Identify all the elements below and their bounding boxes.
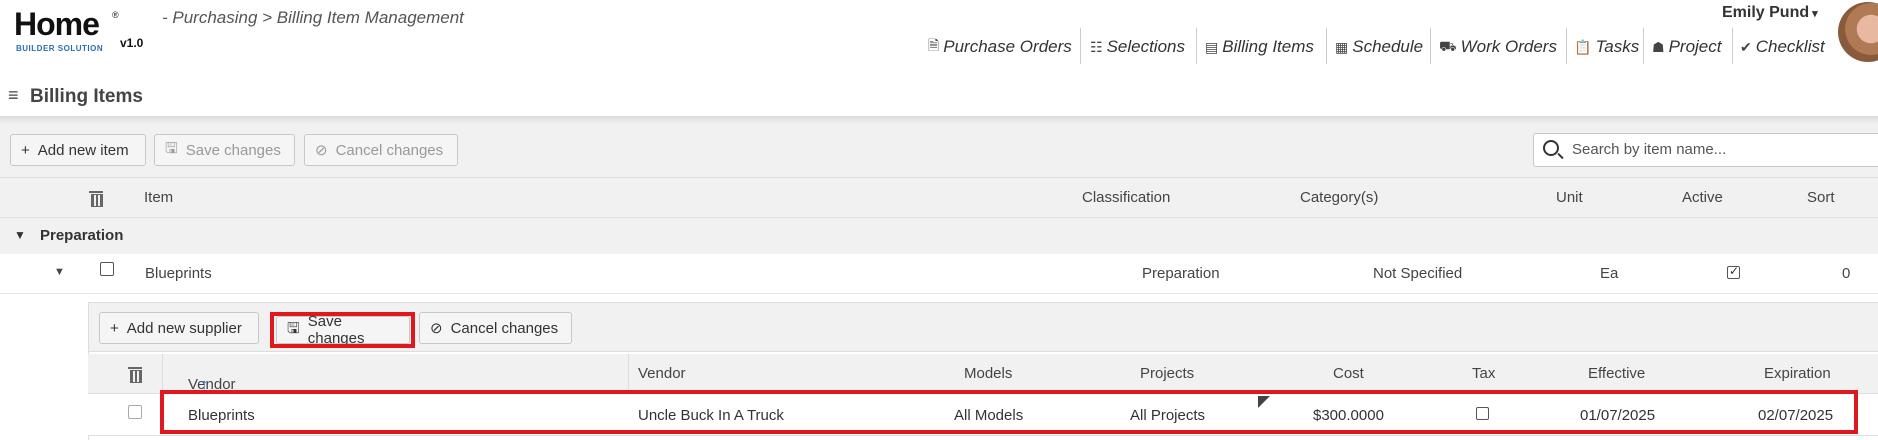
nav-divider [1430,28,1431,64]
nav-divider [1643,28,1644,64]
item-sort[interactable]: 0 [1842,265,1850,282]
column-header-effective[interactable]: Effective [1588,365,1645,382]
nav-billing-items[interactable]: ▤ Billing Items [1205,34,1314,60]
column-header-models[interactable]: Models [964,365,1012,382]
column-divider [162,354,163,394]
document-icon: 🗎 [928,37,940,53]
nav-divider [1732,28,1733,64]
calendar-icon: ▦ [1335,38,1349,55]
save-button-highlight [270,312,415,348]
button-label: Add new item [37,141,129,159]
nav-checklist[interactable]: ✔ Checklist [1740,34,1825,60]
nav-divider [1326,28,1327,64]
plus-icon: + [110,319,119,337]
checklist-icon: ☷ [1090,38,1103,55]
column-header-projects[interactable]: Projects [1140,365,1194,382]
floppy-disk-icon: 🖫 [165,139,178,157]
button-label: Cancel changes [335,141,444,159]
page-title: Billing Items [30,86,143,107]
nav-work-orders[interactable]: ⛟ Work Orders [1439,34,1557,60]
app-logo[interactable]: Home ® BUILDER SOLUTION v1.0 [14,6,143,56]
column-header-vendor-item[interactable]: Vendor Item ↑ [188,365,236,410]
cancel-changes-button[interactable]: ⊘ Cancel changes [304,134,458,166]
add-supplier-button[interactable]: + Add new supplier [99,312,259,344]
item-categories[interactable]: Not Specified [1373,265,1462,282]
supplier-row-checkbox[interactable] [128,405,142,419]
user-menu[interactable]: Emily Pund ▾ [1722,4,1818,22]
nav-label: Tasks [1595,37,1640,56]
top-bar: Home ® BUILDER SOLUTION v1.0 - Purchasin… [0,0,1878,70]
button-label: Save changes [185,141,281,159]
search-input[interactable] [1572,141,1872,158]
column-header-categories[interactable]: Category(s) [1300,189,1378,206]
save-changes-button[interactable]: 🖫 Save changes [154,134,295,166]
nav-label: Selections [1106,37,1185,56]
list-icon: ▤ [1205,38,1219,55]
button-label: Cancel changes [450,319,559,337]
logo-registered-mark: ® [112,10,119,20]
search-box[interactable] [1533,133,1878,167]
nav-purchase-orders[interactable]: 🗎 Purchase Orders [928,34,1072,60]
page-header: ≡ Billing Items [0,80,1878,116]
cancel-icon: ⊘ [430,320,443,337]
supplier-row-highlight [160,390,1858,434]
column-header-sort[interactable]: Sort [1807,189,1835,206]
search-icon [1543,140,1559,156]
add-item-button[interactable]: + Add new item [10,134,146,166]
table-header: Item Classification Category(s) Unit Act… [0,178,1878,218]
avatar[interactable] [1838,2,1878,62]
header-shadow [0,116,1878,124]
nav-divider [1196,28,1197,64]
item-unit[interactable]: Ea [1600,265,1618,282]
nav-label: Checklist [1755,37,1825,56]
column-header-active[interactable]: Active [1682,189,1723,206]
column-header-tax[interactable]: Tax [1472,365,1495,382]
nav-label: Purchase Orders [943,37,1072,56]
caret-down-icon[interactable]: ▼ [14,228,26,242]
menu-icon[interactable]: ≡ [8,85,19,106]
worker-icon: ☗ [1652,38,1665,55]
caret-down-icon[interactable]: ▼ [54,266,65,278]
trash-icon[interactable] [89,191,103,207]
column-header-unit[interactable]: Unit [1556,189,1583,206]
supplier-table-header: Vendor Item ↑ Vendor Models Projects Cos… [88,354,1878,410]
app-version: v1.0 [120,36,144,50]
nav-tasks[interactable]: 📋 Tasks [1574,34,1639,60]
nav-label: Billing Items [1222,37,1314,56]
logo-subtitle: BUILDER SOLUTION [16,44,104,53]
group-label: Preparation [40,227,124,244]
supplier-cancel-changes-button[interactable]: ⊘ Cancel changes [419,312,572,344]
column-header-expiration[interactable]: Expiration [1764,365,1831,382]
item-name[interactable]: Blueprints [145,265,212,282]
plus-icon: + [21,141,30,159]
chevron-down-icon: ▾ [1812,8,1818,20]
button-label: Add new supplier [126,319,242,337]
trash-icon[interactable] [128,367,142,383]
nav-label: Project [1668,37,1722,56]
column-header-classification[interactable]: Classification [1082,189,1170,206]
item-classification[interactable]: Preparation [1142,265,1220,282]
clipboard-icon: 📋 [1574,38,1592,55]
breadcrumb: - Purchasing > Billing Item Management [162,8,464,27]
column-divider [628,354,629,394]
cancel-icon: ⊘ [315,142,328,159]
group-row-preparation[interactable]: ▼ Preparation [0,218,1878,254]
nav-selections[interactable]: ☷ Selections [1090,34,1185,60]
nav-divider [1080,28,1081,64]
nav-label: Work Orders [1460,37,1557,56]
active-checkbox[interactable] [1727,264,1740,279]
check-icon: ✔ [1740,38,1752,55]
column-header-cost[interactable]: Cost [1333,365,1364,382]
nav-project[interactable]: ☗ Project [1652,34,1721,60]
nav-label: Schedule [1352,37,1424,56]
user-name: Emily Pund [1722,4,1810,21]
column-header-item[interactable]: Item [144,189,173,206]
row-checkbox[interactable] [100,262,114,276]
nav-schedule[interactable]: ▦ Schedule [1335,34,1423,60]
truck-icon: ⛟ [1439,37,1457,54]
column-header-vendor[interactable]: Vendor [638,365,686,382]
table-row[interactable]: ▼ Blueprints Preparation Not Specified E… [0,254,1878,294]
logo-text: Home [14,6,100,42]
nav-divider [1566,28,1567,64]
